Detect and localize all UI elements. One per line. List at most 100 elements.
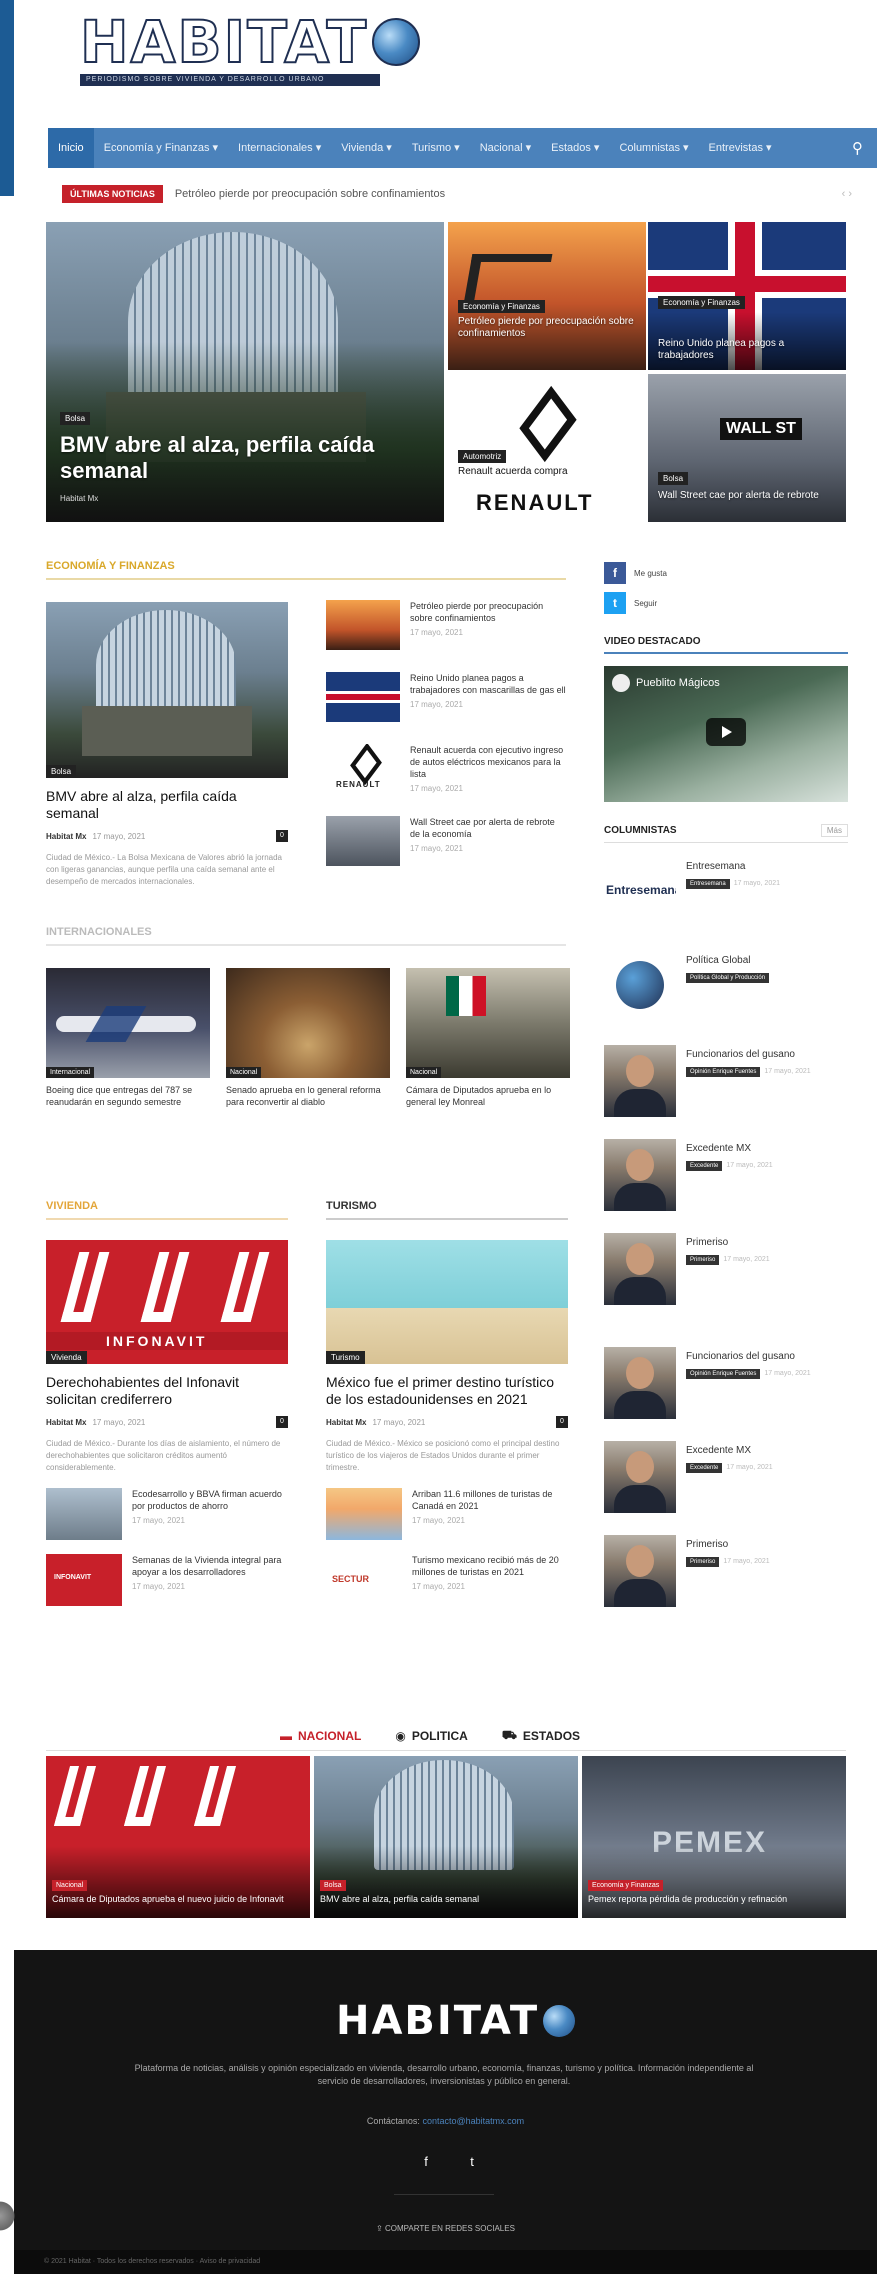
- columnist-item[interactable]: Excedente MX Excedente 17 mayo, 2021: [604, 1139, 848, 1219]
- thumbnail[interactable]: [326, 1488, 402, 1540]
- list-item-title[interactable]: Renault acuerda con ejecutivo ingreso de…: [410, 744, 566, 780]
- breaking-headline[interactable]: Petróleo pierde por preocupación sobre c…: [175, 188, 445, 200]
- thumbnail[interactable]: [326, 672, 400, 722]
- category-badge[interactable]: Economía y Finanzas: [458, 300, 545, 313]
- comment-count[interactable]: 0: [276, 1416, 288, 1428]
- columnist-item[interactable]: Primeriso Primeriso 17 mayo, 2021: [604, 1535, 848, 1615]
- card-title[interactable]: Boeing dice que entregas del 787 se rean…: [46, 1084, 210, 1108]
- feature-title[interactable]: BMV abre al alza, perfila caída semanal: [46, 788, 288, 822]
- category-badge[interactable]: Internacional: [46, 1067, 95, 1078]
- video-title[interactable]: Pueblito Mágicos: [636, 677, 720, 689]
- list-item-title[interactable]: Turismo mexicano recibió más de 20 millo…: [412, 1554, 568, 1578]
- strip-title[interactable]: Pemex reporta pérdida de producción y re…: [588, 1894, 838, 1905]
- hero-tile-renault[interactable]: RENAULT Automotriz Renault acuerda compr…: [448, 374, 646, 522]
- columnist-tag[interactable]: Excedente: [686, 1161, 723, 1171]
- columnist-name[interactable]: Política Global: [686, 955, 773, 966]
- nav-item-inicio[interactable]: Inicio: [48, 128, 94, 168]
- thumbnail[interactable]: RENAULT: [326, 744, 400, 794]
- facebook-follow[interactable]: f Me gusta: [604, 558, 848, 588]
- hero-main-tile[interactable]: Bolsa BMV abre al alza, perfila caída se…: [46, 222, 444, 522]
- facebook-icon[interactable]: f: [414, 2150, 438, 2174]
- columnist-tag[interactable]: Entresemana: [686, 879, 730, 889]
- section-heading-turismo[interactable]: TURISMO: [326, 1200, 377, 1218]
- columnist-name[interactable]: Excedente MX: [686, 1143, 773, 1154]
- footer-share-link[interactable]: ⇪ COMPARTE EN REDES SOCIALES: [14, 2224, 877, 2233]
- columnist-avatar[interactable]: [604, 1441, 676, 1513]
- thumbnail[interactable]: SECTUR: [326, 1554, 402, 1606]
- twitter-icon[interactable]: t: [460, 2150, 484, 2174]
- section-heading-vivienda[interactable]: VIVIENDA: [46, 1200, 98, 1218]
- feature-title[interactable]: Derechohabientes del Infonavit solicitan…: [46, 1374, 288, 1408]
- section-heading-internacionales[interactable]: INTERNACIONALES: [46, 926, 152, 944]
- search-icon[interactable]: ⚲: [852, 139, 863, 157]
- columnist-avatar[interactable]: Entresemana: [604, 857, 676, 929]
- strip-title[interactable]: BMV abre al alza, perfila caída semanal: [320, 1894, 570, 1905]
- tab-nacional[interactable]: ▬ NACIONAL: [280, 1728, 361, 1744]
- author-name[interactable]: Habitat Mx: [326, 1418, 366, 1427]
- columnist-tag[interactable]: Primeriso: [686, 1255, 720, 1265]
- list-item-title[interactable]: Ecodesarrollo y BBVA firman acuerdo por …: [132, 1488, 288, 1512]
- columnist-name[interactable]: Entresemana: [686, 861, 780, 872]
- twitter-icon[interactable]: t: [604, 592, 626, 614]
- thumbnail[interactable]: [46, 1488, 122, 1540]
- columnist-avatar[interactable]: [604, 1139, 676, 1211]
- nav-item-economia[interactable]: Economía y Finanzas ▾: [94, 128, 228, 168]
- facebook-icon[interactable]: f: [604, 562, 626, 584]
- category-badge[interactable]: Nacional: [226, 1067, 262, 1078]
- list-item-title[interactable]: Reino Unido planea pagos a trabajadores …: [410, 672, 566, 696]
- nav-item-turismo[interactable]: Turismo ▾: [402, 128, 470, 168]
- feature-image[interactable]: Bolsa: [46, 602, 288, 778]
- category-badge[interactable]: Bolsa: [46, 765, 77, 778]
- category-badge[interactable]: Vivienda: [46, 1351, 87, 1364]
- thumbnail[interactable]: [326, 600, 400, 650]
- author-name[interactable]: Habitat Mx: [46, 832, 86, 841]
- category-badge[interactable]: Bolsa: [658, 472, 689, 485]
- columnist-item[interactable]: Entresemana Entresemana Entresemana 17 ma…: [604, 857, 848, 937]
- facebook-label[interactable]: Me gusta: [634, 569, 667, 578]
- tab-estados[interactable]: ⛟ ESTADOS: [502, 1728, 580, 1744]
- card-title[interactable]: Senado aprueba en lo general reforma par…: [226, 1084, 390, 1108]
- breaking-arrows[interactable]: ‹ ›: [842, 188, 852, 200]
- list-item[interactable]: Wall Street cae por alerta de rebrote de…: [326, 816, 566, 888]
- columnist-tag[interactable]: Opinión Enrique Fuentes: [686, 1067, 761, 1077]
- columnist-tag[interactable]: Primeriso: [686, 1557, 720, 1567]
- columnist-avatar[interactable]: [604, 951, 676, 1023]
- list-item-title[interactable]: Petróleo pierde por preocupación sobre c…: [410, 600, 566, 624]
- news-card[interactable]: Nacional Senado aprueba en lo general re…: [226, 968, 390, 1108]
- nav-item-entrevistas[interactable]: Entrevistas ▾: [699, 128, 782, 168]
- featured-video[interactable]: Pueblito Mágicos: [604, 666, 848, 802]
- columnist-item[interactable]: Funcionarios del gusano Opinión Enrique …: [604, 1045, 848, 1125]
- category-badge[interactable]: Economía y Finanzas: [658, 296, 745, 309]
- settings-gear-icon[interactable]: [0, 2196, 20, 2236]
- hero-tile-title[interactable]: Wall Street cae por alerta de rebrote: [658, 490, 838, 502]
- category-badge[interactable]: Automotriz: [458, 450, 507, 463]
- hero-tile-wallstreet[interactable]: WALL ST Bolsa Wall Street cae por alerta…: [648, 374, 846, 522]
- feature-title[interactable]: México fue el primer destino turístico d…: [326, 1374, 568, 1408]
- columnist-avatar[interactable]: [604, 1535, 676, 1607]
- list-item-title[interactable]: Semanas de la Vivienda integral para apo…: [132, 1554, 288, 1578]
- category-badge[interactable]: Nacional: [52, 1880, 88, 1891]
- comment-count[interactable]: 0: [276, 830, 288, 842]
- footer-logo[interactable]: HABITAT: [336, 1998, 576, 2044]
- tab-politica[interactable]: ◉ POLITICA: [395, 1728, 467, 1744]
- more-button[interactable]: Más: [820, 824, 848, 837]
- nav-item-estados[interactable]: Estados ▾: [541, 128, 609, 168]
- columnist-name[interactable]: Primeriso: [686, 1237, 770, 1248]
- list-item[interactable]: Arriban 11.6 millones de turistas de Can…: [326, 1488, 568, 1540]
- category-badge[interactable]: Bolsa: [320, 1880, 346, 1891]
- nav-item-vivienda[interactable]: Vivienda ▾: [331, 128, 402, 168]
- card-image[interactable]: Internacional: [46, 968, 210, 1078]
- strip-tile[interactable]: Bolsa BMV abre al alza, perfila caída se…: [314, 1756, 578, 1918]
- list-item[interactable]: RENAULT Renault acuerda con ejecutivo in…: [326, 744, 566, 816]
- hero-tile-title[interactable]: Petróleo pierde por preocupación sobre c…: [458, 316, 638, 340]
- list-item[interactable]: SECTUR Turismo mexicano recibió más de 2…: [326, 1554, 568, 1606]
- strip-tile[interactable]: Nacional Cámara de Diputados aprueba el …: [46, 1756, 310, 1918]
- columnist-item[interactable]: Funcionarios del gusano Opinión Enrique …: [604, 1347, 848, 1427]
- twitter-label[interactable]: Seguir: [634, 599, 657, 608]
- list-item-title[interactable]: Wall Street cae por alerta de rebrote de…: [410, 816, 566, 840]
- site-logo[interactable]: HABITAT PERIODISMO SOBRE VIVIENDA Y DESA…: [79, 11, 421, 86]
- list-item[interactable]: Petróleo pierde por preocupación sobre c…: [326, 600, 566, 672]
- columnist-item[interactable]: Excedente MX Excedente 17 mayo, 2021: [604, 1441, 848, 1521]
- hero-tile-oil[interactable]: Economía y Finanzas Petróleo pierde por …: [448, 222, 646, 370]
- twitter-follow[interactable]: t Seguir: [604, 588, 848, 618]
